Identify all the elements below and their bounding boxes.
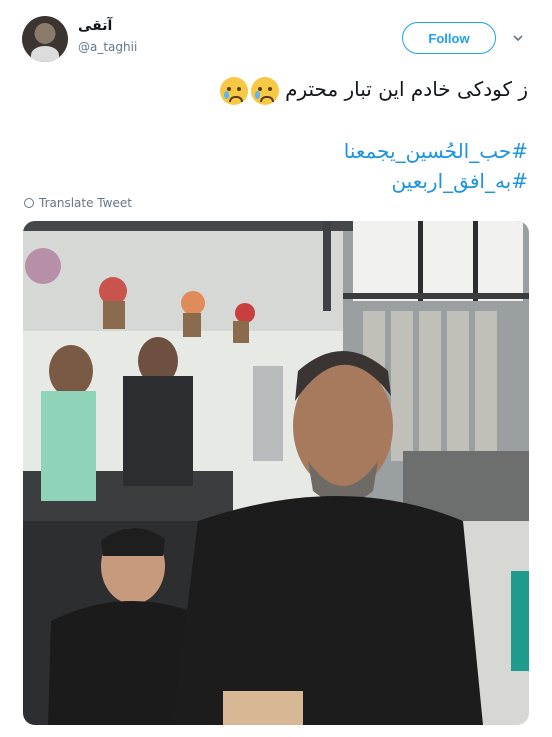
follow-button[interactable]: Follow <box>402 22 496 54</box>
hashtag-link[interactable]: #حب_الحُسین_یجمعنا <box>344 136 528 166</box>
author-display-name[interactable]: آتقی <box>78 18 112 34</box>
avatar[interactable] <box>22 16 68 62</box>
hashtag-list: #حب_الحُسین_یجمعنا #به_افق_اربعین <box>344 136 528 196</box>
translate-tweet-label: Translate Tweet <box>39 196 132 210</box>
tweet-header: آتقی @a_taghii Follow <box>0 0 552 70</box>
crying-face-icon <box>250 76 279 105</box>
translate-tweet-link[interactable]: Translate Tweet <box>24 196 132 210</box>
chevron-down-icon[interactable] <box>512 32 524 44</box>
tweet-text-block: ز کودکی خادم این تبار محترم <box>28 74 528 105</box>
tweet-text: ز کودکی خادم این تبار محترم <box>285 77 528 101</box>
hashtag-link[interactable]: #به_افق_اربعین <box>344 166 528 196</box>
globe-icon <box>24 198 34 208</box>
tweet-photo[interactable] <box>23 221 529 725</box>
author-handle[interactable]: @a_taghii <box>78 40 137 54</box>
crying-face-icon <box>219 76 248 105</box>
